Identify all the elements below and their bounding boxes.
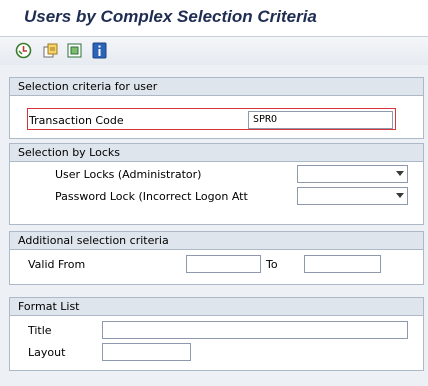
group-header: Format List	[10, 298, 423, 316]
execute-icon[interactable]	[15, 42, 32, 59]
group-user-criteria: Selection criteria for user Transaction …	[9, 77, 424, 139]
transaction-code-label: Transaction Code	[29, 114, 124, 127]
valid-from-label: Valid From	[28, 258, 86, 271]
application-toolbar	[0, 36, 428, 66]
chevron-down-icon[interactable]	[396, 171, 404, 176]
layout-label: Layout	[28, 346, 66, 359]
group-format-list: Format List Title Layout	[9, 297, 424, 371]
user-locks-label: User Locks (Administrator)	[55, 168, 202, 181]
get-variant-icon[interactable]	[42, 42, 59, 59]
valid-to-input[interactable]	[304, 255, 381, 273]
valid-from-input[interactable]	[186, 255, 261, 273]
group-header: Selection criteria for user	[10, 78, 423, 96]
information-icon[interactable]	[91, 42, 108, 59]
chevron-down-icon[interactable]	[396, 193, 404, 198]
group-header: Selection by Locks	[10, 144, 423, 162]
group-locks: Selection by Locks User Locks (Administr…	[9, 143, 424, 225]
to-label: To	[266, 258, 278, 271]
password-lock-dropdown[interactable]	[297, 187, 408, 205]
group-additional-criteria: Additional selection criteria Valid From…	[9, 231, 424, 285]
password-lock-label: Password Lock (Incorrect Logon Att	[55, 190, 248, 203]
selection-options-icon[interactable]	[66, 42, 83, 59]
layout-input[interactable]	[102, 343, 191, 361]
user-locks-dropdown[interactable]	[297, 165, 408, 183]
title-bar: Users by Complex Selection Criteria	[0, 0, 428, 36]
title-label: Title	[28, 324, 52, 337]
selection-screen: Selection criteria for user Transaction …	[0, 65, 428, 386]
group-header: Additional selection criteria	[10, 232, 423, 250]
page-title: Users by Complex Selection Criteria	[24, 7, 317, 26]
title-input[interactable]	[102, 321, 408, 339]
transaction-code-input[interactable]: SPRO	[248, 111, 393, 129]
